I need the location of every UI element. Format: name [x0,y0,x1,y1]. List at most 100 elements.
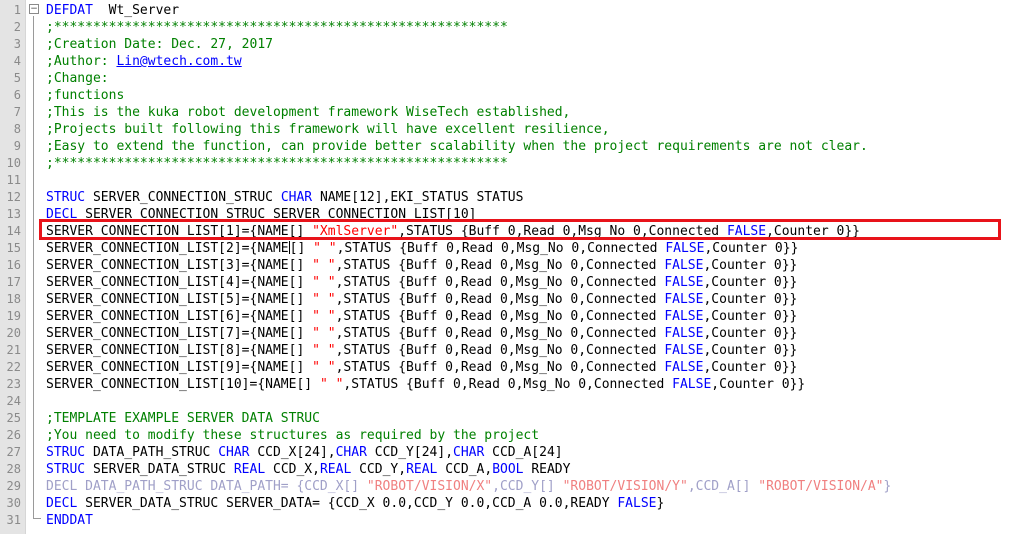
code-text[interactable]: ;Change: [46,70,109,87]
line-number: 27 [6,445,21,459]
code-text[interactable]: SERVER_CONNECTION_LIST[9]={NAME[] " ",ST… [46,359,797,376]
code-text[interactable]: SERVER_CONNECTION_LIST[3]={NAME[] " ",ST… [46,257,797,274]
comment-token: ;This is the kuka robot development fram… [46,105,571,120]
code-text[interactable]: DECL DATA_PATH_STRUC DATA_PATH= {CCD_X[]… [46,478,891,495]
code-token: CCD_A, [437,462,493,477]
keyword-token: FALSE [664,292,704,307]
code-text[interactable]: SERVER_CONNECTION_LIST[2]={NAME[] " ",ST… [46,240,798,257]
string-token: " " [312,326,336,341]
keyword-token: FALSE [617,496,657,511]
keyword-token: REAL [406,462,438,477]
code-text[interactable]: STRUC SERVER_DATA_STRUC REAL CCD_X,REAL … [46,461,570,478]
string-token: "ROBOT/VISION/A" [758,479,884,494]
code-text[interactable]: ;functions [46,87,124,104]
code-token: ,Counter 0}} [703,309,798,324]
code-text[interactable]: ;Creation Date: Dec. 27, 2017 [46,36,273,53]
line-number: 17 [6,275,21,289]
code-text[interactable]: SERVER_CONNECTION_LIST[8]={NAME[] " ",ST… [46,342,797,359]
code-text[interactable]: ;This is the kuka robot development fram… [46,104,570,121]
line-number: 10 [6,156,21,170]
code-text[interactable]: ;***************************************… [46,19,508,36]
code-token: ,Counter 0}} [703,326,798,341]
highlight-box [39,219,1001,240]
code-text[interactable]: DECL SERVER_DATA_STRUC SERVER_DATA= {CCD… [46,495,664,512]
code-text[interactable]: SERVER_CONNECTION_LIST[6]={NAME[] " ",ST… [46,308,797,325]
fold-collapse-icon[interactable]: − [29,4,39,14]
code-token: SERVER_CONNECTION_LIST[7]={NAME[] [46,326,313,341]
line-number: 3 [13,37,21,51]
comment-token: ;TEMPLATE EXAMPLE SERVER DATA STRUC [46,411,320,426]
line-number: 19 [6,309,21,323]
code-text[interactable]: SERVER_CONNECTION_LIST[7]={NAME[] " ",ST… [46,325,797,342]
comment-token: ;Author: [46,54,117,69]
line-number: 16 [6,258,21,272]
code-text[interactable]: ;Projects built following this framework… [46,121,610,138]
keyword-token: FALSE [664,343,704,358]
email-link[interactable]: Lin@wtech.com.tw [116,54,241,69]
code-token: ,Counter 0}} [703,258,798,273]
code-text[interactable]: ;TEMPLATE EXAMPLE SERVER DATA STRUC [46,410,320,427]
line-number: 18 [6,292,21,306]
code-text[interactable]: ENDDAT [46,512,93,529]
comment-token: ;You need to modify these structures as … [46,428,540,443]
string-token: " " [312,309,336,324]
code-token: ,STATUS {Buff 0,Read 0,Msg_No 0,Connecte… [335,275,665,290]
keyword-token: CHAR [453,445,485,460]
line-number: 31 [6,513,21,527]
code-text[interactable]: SERVER_CONNECTION_LIST[4]={NAME[] " ",ST… [46,274,797,291]
code-token: } [883,479,892,494]
code-text[interactable]: STRUC SERVER_CONNECTION_STRUC CHAR NAME[… [46,189,523,206]
code-token: ,STATUS {Buff 0,Read 0,Msg_No 0,Connecte… [335,343,665,358]
line-number: 15 [6,241,21,255]
line-number: 24 [6,394,21,408]
code-text[interactable]: DEFDAT Wt_Server [46,2,179,19]
code-token: SERVER_CONNECTION_LIST[10]={NAME[] [46,377,320,392]
code-text[interactable]: ;***************************************… [46,155,508,172]
line-number: 20 [6,326,21,340]
comment-token: ;Creation Date: Dec. 27, 2017 [46,37,273,52]
code-token: SERVER_CONNECTION_LIST[2]={NAME [46,241,289,256]
code-token: } [656,496,665,511]
string-token: " " [312,275,336,290]
code-token: ,Counter 0}} [704,241,799,256]
code-token: SERVER_DATA_STRUC [85,462,234,477]
code-text[interactable]: SERVER_CONNECTION_LIST[5]={NAME[] " ",ST… [46,291,797,308]
code-token: SERVER_DATA_STRUC SERVER_DATA= {CCD_X 0.… [77,496,618,511]
line-number: 8 [13,122,21,136]
line-number: 2 [13,20,21,34]
code-token: ,STATUS {Buff 0,Read 0,Msg_No 0,Connecte… [335,360,665,375]
comment-token: ;Change: [46,71,109,86]
keyword-token: STRUC [46,462,86,477]
code-token: DECL DATA_PATH_STRUC DATA_PATH= {CCD_X[] [46,479,367,494]
line-number: 28 [6,462,21,476]
line-number: 23 [6,377,21,391]
keyword-token: FALSE [664,360,704,375]
keyword-token: FALSE [664,275,704,290]
keyword-token: FALSE [672,377,712,392]
line-number: 21 [6,343,21,357]
code-token: SERVER_CONNECTION_LIST[8]={NAME[] [46,343,313,358]
line-number: 12 [6,190,21,204]
code-token: SERVER_CONNECTION_STRUC [85,190,281,205]
line-number: 5 [13,71,21,85]
string-token: " " [312,292,336,307]
code-token: DATA_PATH_STRUC [85,445,219,460]
comment-token: ;Projects built following this framework… [46,122,610,137]
line-number: 30 [6,496,21,510]
code-token: SERVER_CONNECTION_LIST[9]={NAME[] [46,360,313,375]
keyword-token: FALSE [664,258,704,273]
string-token: "ROBOT/VISION/X" [366,479,493,494]
string-token: " " [319,377,344,392]
code-token: ,Counter 0}} [703,275,798,290]
code-token: CCD_A[24] [484,445,563,460]
code-token: SERVER_CONNECTION_LIST[4]={NAME[] [46,275,313,290]
code-text[interactable]: ;You need to modify these structures as … [46,427,539,444]
line-number: 14 [6,224,21,238]
keyword-token: REAL [233,462,266,477]
code-text[interactable]: ;Easy to extend the function, can provid… [46,138,868,155]
code-token: ,CCD_A[] [687,479,759,494]
code-text[interactable]: SERVER_CONNECTION_LIST[10]={NAME[] " ",S… [46,376,805,393]
code-text[interactable]: ;Author: Lin@wtech.com.tw [46,53,242,70]
keyword-token: FALSE [664,309,704,324]
code-text[interactable]: STRUC DATA_PATH_STRUC CHAR CCD_X[24],CHA… [46,444,563,461]
